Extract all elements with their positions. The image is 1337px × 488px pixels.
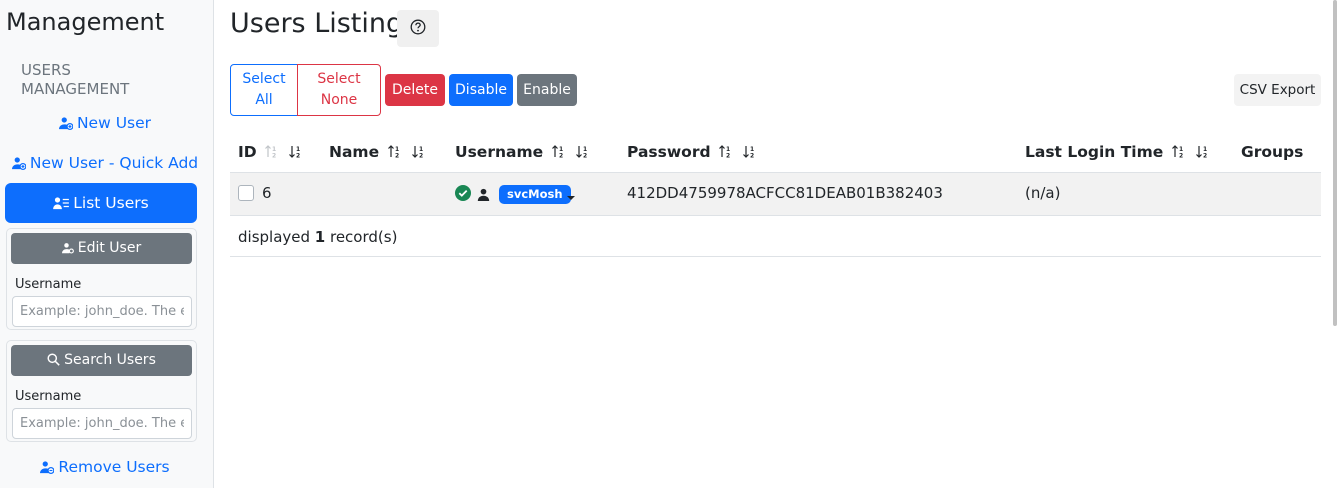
svg-text:2: 2 (1179, 153, 1183, 159)
sort-descending-icon[interactable]: 12 (743, 144, 759, 162)
svg-text:2: 2 (750, 153, 754, 159)
search-username-input[interactable] (12, 408, 192, 439)
column-header-password: Password 12 12 (627, 143, 759, 162)
svg-text:2: 2 (1203, 153, 1207, 159)
check-circle-icon (455, 185, 471, 205)
username-label: Username (15, 277, 82, 292)
select-none-button[interactable]: Select None (297, 64, 381, 116)
records-prefix: displayed (238, 228, 315, 246)
sidebar-item-new-user-quick-add[interactable]: New User - Quick Add (0, 154, 210, 174)
column-label: ID (238, 143, 257, 161)
select-none-line2: None (320, 92, 358, 108)
records-count: 1 (314, 228, 326, 246)
search-users-button[interactable]: Search Users (11, 345, 192, 376)
sort-descending-icon[interactable]: 12 (289, 144, 305, 162)
column-header-id: ID 12 12 (238, 143, 305, 162)
sort-ascending-icon[interactable]: 12 (551, 144, 568, 162)
remove-users-label: Remove Users (58, 458, 170, 476)
row-select-checkbox[interactable] (238, 185, 254, 201)
list-users-label: List Users (73, 194, 149, 212)
new-user-label: New User (76, 114, 152, 132)
search-users-card: Search Users Username (6, 340, 197, 442)
sort-ascending-icon[interactable]: 12 (1171, 144, 1188, 162)
svg-text:2: 2 (726, 153, 730, 159)
records-count-text: displayed 1 record(s) (238, 228, 397, 246)
page-title: Users Listing (230, 8, 404, 39)
svg-text:2: 2 (559, 153, 563, 159)
user-remove-icon (40, 460, 55, 478)
column-label: Last Login Time (1025, 143, 1164, 161)
username-badge[interactable]: svcMosh (499, 185, 571, 204)
delete-button[interactable]: Delete (385, 74, 445, 106)
help-button[interactable] (397, 10, 439, 47)
username-label: Username (15, 389, 82, 404)
cell-id: 6 (262, 184, 272, 202)
sidebar-item-remove-users[interactable]: Remove Users (0, 458, 210, 478)
records-suffix: record(s) (325, 228, 398, 246)
select-all-button[interactable]: Select All (230, 64, 298, 116)
cell-last-login: (n/a) (1025, 184, 1061, 202)
search-users-label: Search Users (64, 352, 156, 368)
csv-export-button[interactable]: CSV Export (1234, 74, 1321, 106)
sort-ascending-icon[interactable]: 12 (387, 144, 404, 162)
sort-descending-icon[interactable]: 12 (411, 144, 428, 162)
svg-text:2: 2 (395, 153, 399, 159)
footer-divider (230, 256, 1321, 257)
column-label: Name (329, 143, 380, 161)
edit-user-label: Edit User (77, 240, 142, 256)
sidebar: Management USERS MANAGEMENT New User New… (0, 0, 214, 488)
column-label: Groups (1241, 143, 1304, 161)
sidebar-item-list-users[interactable]: List Users (5, 183, 197, 223)
select-all-line2: All (255, 92, 273, 108)
select-all-line1: Select (242, 71, 286, 87)
column-label: Password (627, 143, 711, 161)
section-heading: USERS MANAGEMENT (21, 61, 130, 98)
scrollbar[interactable] (1333, 0, 1337, 326)
column-header-groups: Groups (1241, 143, 1303, 161)
edit-user-card: Edit User Username (6, 228, 197, 330)
table-row-divider (230, 215, 1321, 216)
user-plus-icon (11, 156, 27, 174)
sidebar-item-new-user[interactable]: New User (0, 114, 210, 134)
search-icon (47, 347, 60, 378)
new-user-quick-add-label: New User - Quick Add (29, 154, 199, 172)
user-plus-icon (58, 116, 74, 134)
column-header-last-login: Last Login Time 12 12 (1025, 143, 1212, 162)
column-header-name: Name 12 12 (329, 143, 428, 162)
cell-password: 412DD4759978ACFCC81DEAB01B382403 (627, 184, 943, 202)
svg-text:2: 2 (296, 153, 300, 159)
edit-username-input[interactable] (12, 296, 192, 327)
svg-text:2: 2 (272, 153, 276, 159)
column-label: Username (455, 143, 544, 161)
sort-ascending-icon[interactable]: 12 (265, 144, 281, 162)
question-circle-icon (410, 19, 426, 39)
user-gear-icon (61, 235, 74, 266)
edit-user-button[interactable]: Edit User (11, 233, 192, 264)
user-list-icon (53, 185, 70, 225)
sort-ascending-icon[interactable]: 12 (719, 144, 735, 162)
caret-down-icon[interactable] (567, 186, 575, 205)
select-none-line1: Select (317, 71, 361, 87)
disable-button[interactable]: Disable (449, 74, 513, 106)
sidebar-title: Management (6, 8, 165, 36)
svg-text:2: 2 (583, 153, 587, 159)
person-icon (477, 186, 490, 205)
sort-descending-icon[interactable]: 12 (576, 144, 592, 162)
sort-descending-icon[interactable]: 12 (1196, 144, 1212, 162)
svg-text:2: 2 (419, 153, 423, 159)
enable-button[interactable]: Enable (517, 74, 577, 106)
column-header-username: Username 12 12 (455, 143, 592, 162)
